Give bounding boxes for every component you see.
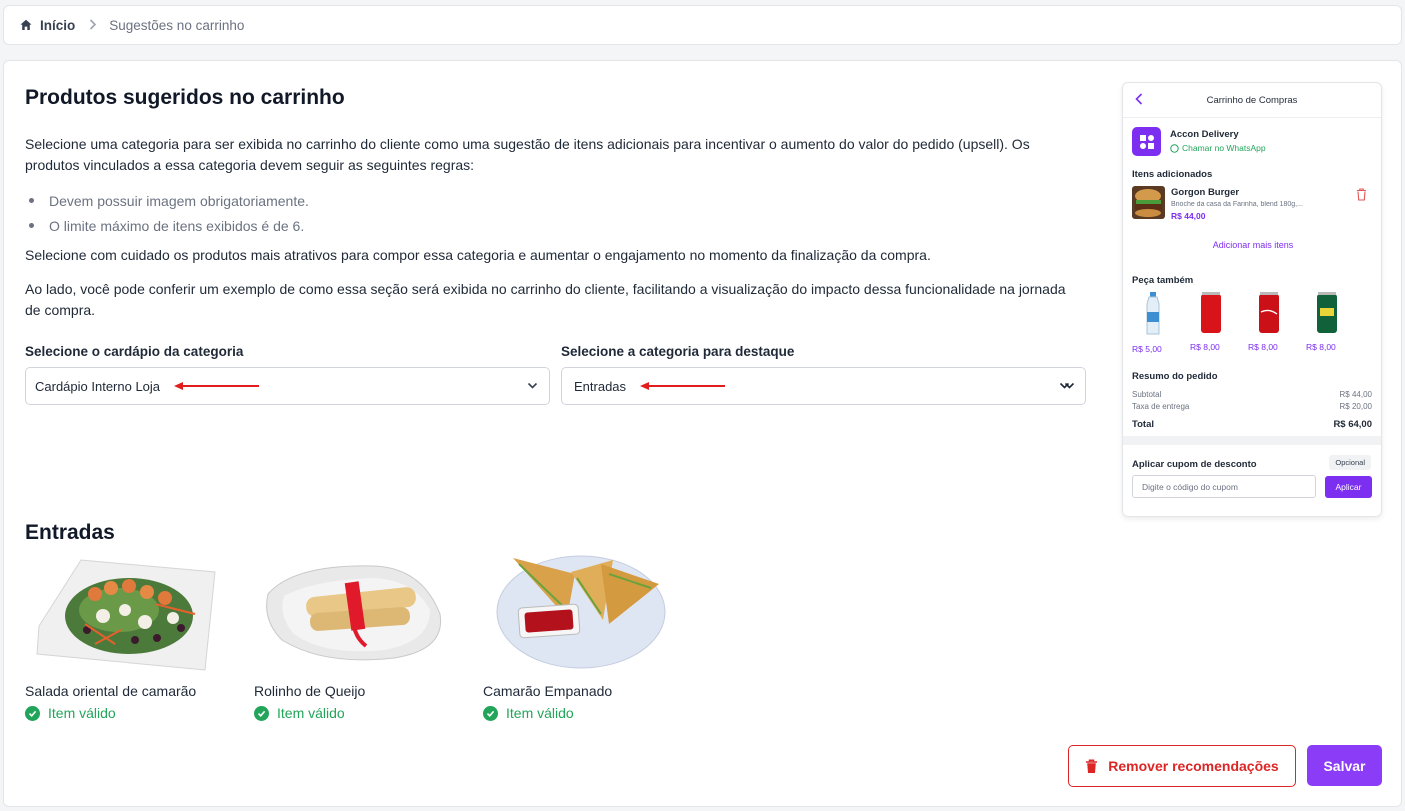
intro-text: Selecione uma categoria para ser exibida…: [25, 136, 1030, 173]
rules-list: Devem possuir imagem obrigatoriamente. O…: [25, 188, 309, 238]
product-name: Salada oriental de camarão: [25, 683, 197, 699]
suggestion-item: R$ 5,00: [1132, 292, 1173, 354]
product-list: Salada oriental de camarão Item válido R…: [25, 554, 677, 721]
breadcrumb-home-label: Início: [40, 17, 76, 33]
preview-title: Carrinho de Compras: [1206, 94, 1298, 106]
product-status: Item válido: [25, 705, 219, 721]
items-title: Itens adicionados: [1132, 169, 1213, 180]
total-value: R$ 64,00: [1333, 419, 1372, 430]
save-button[interactable]: Salvar: [1307, 745, 1382, 786]
check-circle-icon: [25, 705, 40, 721]
suggestion-price: R$ 8,00: [1190, 342, 1220, 352]
whatsapp-icon: [1170, 143, 1179, 153]
product-image: [25, 554, 219, 672]
total-label: Total: [1132, 419, 1154, 430]
remove-recommendations-label: Remover recomendações: [1108, 758, 1279, 774]
item-name: Gorgon Burger: [1171, 187, 1240, 198]
product-card: Rolinho de Queijo Item válido: [254, 554, 448, 721]
menu-select[interactable]: Cardápio Interno Loja: [25, 367, 550, 405]
also-order-title: Peça também: [1132, 275, 1194, 286]
main-card: Produtos sugeridos no carrinho Selecione…: [3, 60, 1402, 807]
store-logo-icon: [1132, 127, 1161, 156]
category-select-value: Entradas: [574, 378, 627, 394]
chevron-right-icon: [89, 17, 97, 33]
summary-subtotal-row: Subtotal R$ 44,00: [1132, 390, 1372, 399]
cola-can-image: [1200, 292, 1221, 333]
coupon-title: Aplicar cupom de desconto: [1132, 459, 1257, 470]
summary-title: Resumo do pedido: [1132, 371, 1218, 382]
preview-store: Accon Delivery Chamar no WhatsApp: [1132, 127, 1266, 156]
guidance-text: Selecione com cuidado os produtos mais a…: [25, 247, 931, 263]
coupon-input: Digite o código do cupom: [1132, 475, 1316, 498]
check-circle-icon: [483, 705, 498, 721]
product-status-label: Item válido: [506, 705, 574, 721]
menu-select-value: Cardápio Interno Loja: [35, 378, 161, 394]
subtotal-label: Subtotal: [1132, 390, 1162, 399]
divider: [1123, 436, 1381, 445]
rule-item: O limite máximo de itens exibidos é de 6…: [25, 213, 309, 238]
whatsapp-label: Chamar no WhatsApp: [1182, 143, 1266, 153]
item-description: Brioche da casa da Farinha, blend 180g,.…: [1171, 201, 1303, 208]
page-title: Produtos sugeridos no carrinho: [25, 86, 345, 109]
suggestion-price: R$ 5,00: [1132, 344, 1162, 354]
home-icon: [20, 19, 32, 30]
summary-total-row: Total R$ 64,00: [1132, 419, 1372, 430]
water-bottle-image: [1146, 292, 1159, 335]
product-card: Salada oriental de camarão Item válido: [25, 554, 219, 721]
remove-recommendations-button[interactable]: Remover recomendações: [1068, 745, 1296, 787]
subtotal-value: R$ 44,00: [1339, 390, 1372, 399]
product-card: Camarão Empanado Item válido: [483, 554, 677, 721]
trash-icon: [1357, 188, 1366, 201]
chevron-down-icon: [1059, 382, 1075, 389]
annotation-arrow: [640, 382, 726, 390]
cola-can-image: [1258, 292, 1279, 333]
preview-explanation-text: Ao lado, você pode conferir um exemplo d…: [25, 281, 1066, 318]
suggestion-item: R$ 8,00: [1306, 292, 1347, 354]
cart-preview: Carrinho de Compras Accon Delivery Chama…: [1122, 82, 1382, 517]
summary-fee-row: Taxa de entrega R$ 20,00: [1132, 402, 1372, 411]
breadcrumb-home-link[interactable]: Início: [20, 18, 75, 33]
product-name: Rolinho de Queijo: [254, 683, 366, 699]
category-select-label: Selecione a categoria para destaque: [561, 344, 795, 359]
breadcrumb: Início Sugestões no carrinho: [3, 5, 1402, 45]
trash-icon: [1086, 758, 1098, 773]
product-status: Item válido: [254, 705, 448, 721]
suggestion-item: R$ 8,00: [1248, 292, 1289, 354]
chevron-down-icon: [527, 382, 538, 389]
breadcrumb-current: Sugestões no carrinho: [109, 17, 245, 33]
soda-can-image: [1316, 292, 1337, 333]
product-image: [254, 554, 448, 672]
preview-header: Carrinho de Compras: [1123, 83, 1381, 118]
product-image: [483, 554, 677, 672]
cart-item: Gorgon Burger Brioche da casa da Farinha…: [1132, 186, 1372, 221]
fee-value: R$ 20,00: [1339, 402, 1372, 411]
rule-item: Devem possuir imagem obrigatoriamente.: [25, 188, 309, 213]
store-name: Accon Delivery: [1170, 129, 1239, 140]
category-title: Entradas: [25, 521, 115, 544]
menu-select-label: Selecione o cardápio da categoria: [25, 344, 244, 359]
suggestion-list: R$ 5,00 R$ 8,00 R$ 8,00 R$ 8,00: [1132, 292, 1347, 354]
product-name: Camarão Empanado: [483, 683, 613, 699]
product-status-label: Item válido: [48, 705, 116, 721]
whatsapp-link: Chamar no WhatsApp: [1170, 143, 1266, 153]
category-select[interactable]: Entradas: [561, 367, 1086, 405]
suggestion-price: R$ 8,00: [1306, 342, 1336, 352]
product-status-label: Item válido: [277, 705, 345, 721]
item-image: [1132, 186, 1165, 219]
product-status: Item válido: [483, 705, 677, 721]
suggestion-item: R$ 8,00: [1190, 292, 1231, 354]
check-circle-icon: [254, 705, 269, 721]
apply-coupon-button: Aplicar: [1325, 476, 1372, 498]
optional-badge: Opcional: [1329, 455, 1371, 470]
fee-label: Taxa de entrega: [1132, 402, 1190, 411]
suggestion-price: R$ 8,00: [1248, 342, 1278, 352]
chevron-left-icon: [1135, 93, 1143, 105]
item-price: R$ 44,00: [1171, 211, 1206, 221]
annotation-arrow: [174, 382, 260, 390]
add-more-items-link: Adicionar mais itens: [1212, 240, 1294, 250]
